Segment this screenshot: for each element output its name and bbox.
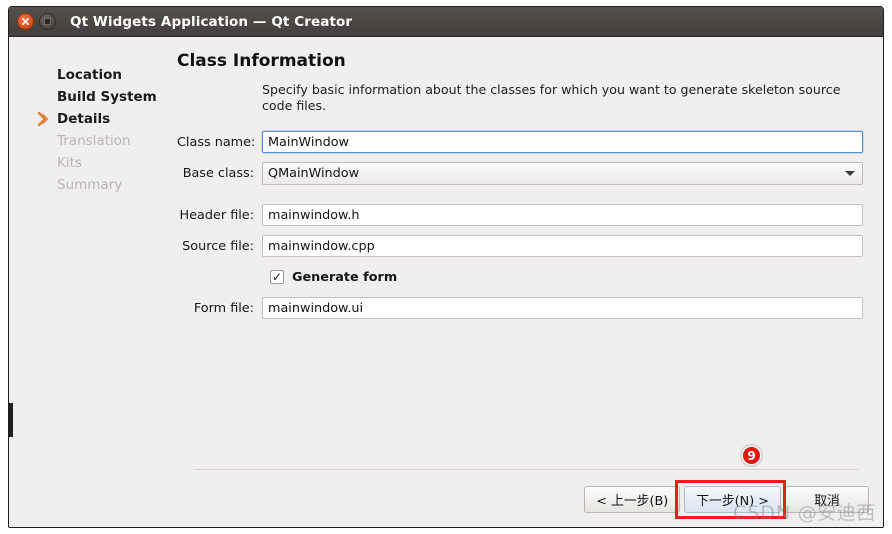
sidebar-item-label: Build System bbox=[57, 89, 157, 105]
current-step-arrow-icon bbox=[38, 112, 50, 126]
sidebar-item-summary: Summary bbox=[9, 174, 169, 196]
class-name-input[interactable]: MainWindow bbox=[262, 131, 863, 153]
wizard-step-sidebar: Location Build System Details Translatio… bbox=[9, 37, 169, 527]
screenshot-root: Qt Widgets Application — Qt Creator Loca… bbox=[0, 0, 892, 534]
checkmark-icon: ✓ bbox=[271, 269, 283, 284]
source-file-label: Source file: bbox=[182, 238, 254, 254]
sidebar-item-kits: Kits bbox=[9, 152, 169, 174]
page-description: Specify basic information about the clas… bbox=[262, 82, 841, 113]
sidebar-item-location[interactable]: Location bbox=[9, 64, 169, 86]
header-file-label: Header file: bbox=[179, 207, 254, 223]
class-name-row: Class name: MainWindow bbox=[177, 131, 883, 153]
header-file-row: Header file: mainwindow.h bbox=[177, 204, 883, 226]
base-class-select[interactable]: QMainWindow bbox=[262, 161, 863, 185]
window-title: Qt Widgets Application — Qt Creator bbox=[70, 13, 353, 30]
source-file-row: Source file: mainwindow.cpp bbox=[177, 235, 883, 257]
base-class-label: Base class: bbox=[182, 165, 254, 181]
generate-form-row: ✓ Generate form bbox=[270, 266, 883, 288]
watermark: CSDN @安迪西 bbox=[733, 498, 876, 525]
source-file-input[interactable]: mainwindow.cpp bbox=[262, 235, 863, 257]
close-icon[interactable] bbox=[17, 13, 34, 30]
step-number-badge: 9 bbox=[741, 445, 762, 466]
footer-divider bbox=[194, 469, 858, 470]
sidebar-item-translation: Translation bbox=[9, 130, 169, 152]
wizard-main-panel: Class Information Specify basic informat… bbox=[169, 37, 883, 527]
base-class-row: Base class: QMainWindow bbox=[177, 161, 883, 185]
maximize-icon[interactable] bbox=[39, 13, 56, 30]
sidebar-item-label: Translation bbox=[57, 133, 131, 149]
form-file-label: Form file: bbox=[193, 300, 254, 316]
watermark-author: @安迪西 bbox=[797, 502, 876, 524]
generate-form-checkbox[interactable]: ✓ bbox=[270, 270, 284, 284]
sidebar-item-label: Location bbox=[57, 67, 122, 83]
class-name-label: Class name: bbox=[177, 134, 256, 150]
window-edge-marker bbox=[9, 403, 13, 437]
page-title: Class Information bbox=[177, 51, 346, 71]
window-titlebar: Qt Widgets Application — Qt Creator bbox=[9, 7, 883, 37]
base-class-selected-value: QMainWindow bbox=[268, 165, 360, 181]
generate-form-label: Generate form bbox=[292, 269, 398, 285]
sidebar-item-label: Summary bbox=[57, 177, 123, 193]
sidebar-item-label: Details bbox=[57, 111, 111, 127]
sidebar-item-details[interactable]: Details bbox=[9, 108, 169, 130]
header-file-input[interactable]: mainwindow.h bbox=[262, 204, 863, 226]
form-file-input[interactable]: mainwindow.ui bbox=[262, 297, 863, 319]
sidebar-item-label: Kits bbox=[57, 155, 82, 171]
back-button[interactable]: < 上一步(B) bbox=[584, 486, 681, 513]
watermark-source: CSDN bbox=[733, 502, 792, 524]
form-file-row: Form file: mainwindow.ui bbox=[177, 297, 883, 319]
chevron-down-icon bbox=[845, 170, 855, 176]
sidebar-item-build-system[interactable]: Build System bbox=[9, 86, 169, 108]
class-information-form: Class name: MainWindow Base class: QMain… bbox=[177, 131, 883, 319]
